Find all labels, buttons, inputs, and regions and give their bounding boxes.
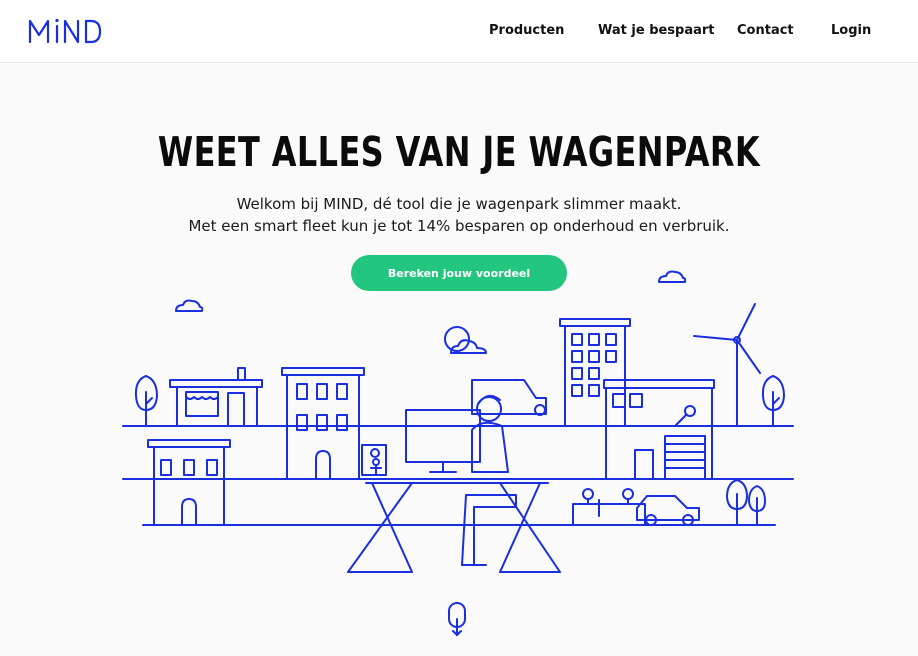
- shop-building: [169, 367, 263, 427]
- pedestrian-figure: [370, 458, 382, 475]
- mind-logo[interactable]: [28, 17, 102, 45]
- nav-link-producten[interactable]: Producten: [489, 23, 564, 38]
- mouse-scroll-icon[interactable]: [446, 602, 468, 638]
- calculate-savings-button[interactable]: Bereken jouw voordeel: [351, 255, 567, 291]
- desk-with-worker: [347, 394, 561, 573]
- hero-subtitle-line-2: Met een smart fleet kun je tot 14% bespa…: [188, 217, 730, 235]
- apartment-building: [281, 367, 365, 480]
- wall-picture: [361, 444, 387, 476]
- delivery-van: [471, 379, 547, 416]
- wrench-icon: [684, 405, 696, 417]
- house-building: [147, 439, 231, 526]
- hero-subtitle-line-1: Welkom bij MIND, dé tool die je wagenpar…: [236, 195, 682, 213]
- cloud-icon: [450, 339, 487, 354]
- tree-icon: [134, 375, 158, 427]
- parked-car: [636, 495, 700, 526]
- nav-link-login[interactable]: Login: [831, 23, 871, 38]
- city-fleet-illustration: [122, 270, 794, 573]
- office-tower: [559, 318, 631, 427]
- cloud-icon: [175, 299, 204, 312]
- tree-icon: [726, 479, 766, 526]
- nav-link-wat-je-bespaart[interactable]: Wat je bespaart: [598, 23, 715, 38]
- cloud-icon: [658, 270, 687, 283]
- garage-building: [603, 379, 715, 480]
- tree-icon: [761, 375, 785, 427]
- fuel-station: [572, 488, 646, 526]
- wind-turbine: [693, 303, 761, 427]
- top-navigation-bar: Producten Wat je bespaart Contact Login: [0, 0, 918, 63]
- hero-title: WEET ALLES VAN JE WAGENPARK: [157, 128, 761, 176]
- nav-link-contact[interactable]: Contact: [737, 23, 794, 38]
- sun-icon: [444, 326, 470, 352]
